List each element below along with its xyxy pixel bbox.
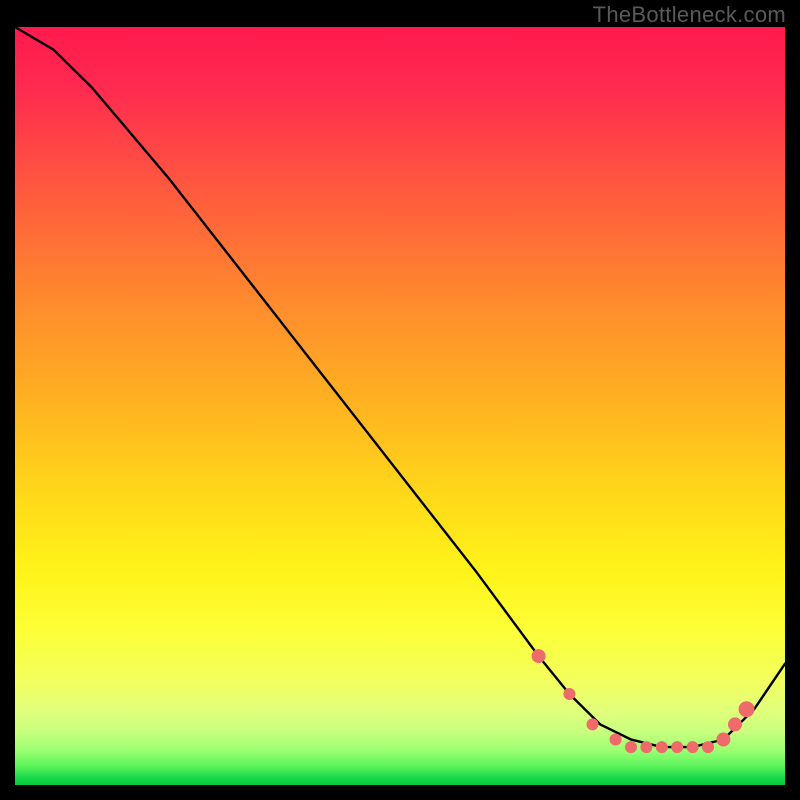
marker-dot bbox=[702, 741, 714, 753]
marker-dot bbox=[532, 649, 546, 663]
marker-dot bbox=[739, 701, 755, 717]
marker-dot bbox=[728, 717, 742, 731]
marker-dot bbox=[563, 688, 575, 700]
marker-dot bbox=[587, 718, 599, 730]
chart-frame: TheBottleneck.com bbox=[0, 0, 800, 800]
marker-dot bbox=[640, 741, 652, 753]
marker-dot bbox=[716, 733, 730, 747]
marker-dot bbox=[671, 741, 683, 753]
marker-dot bbox=[656, 741, 668, 753]
curve-markers bbox=[532, 649, 755, 753]
marker-dot bbox=[610, 734, 622, 746]
curve-layer bbox=[15, 27, 785, 785]
marker-dot bbox=[687, 741, 699, 753]
heat-gradient-plot bbox=[15, 27, 785, 785]
bottleneck-curve-line bbox=[15, 27, 785, 747]
attribution-label: TheBottleneck.com bbox=[593, 2, 786, 28]
marker-dot bbox=[625, 741, 637, 753]
